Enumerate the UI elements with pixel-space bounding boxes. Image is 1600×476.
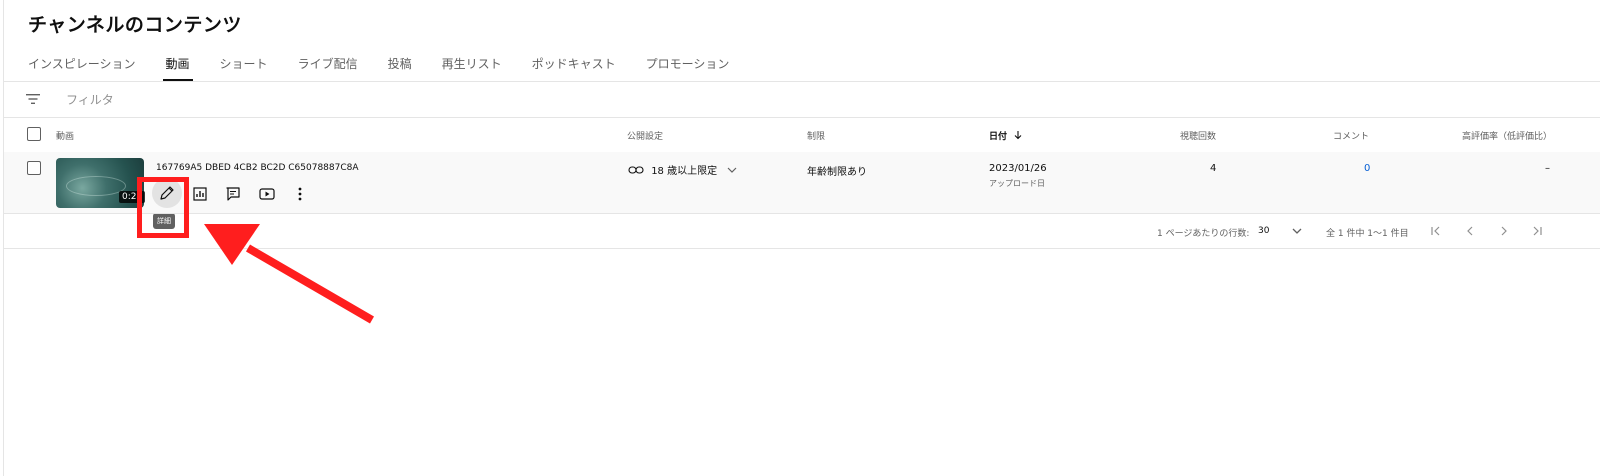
youtube-icon[interactable] — [258, 185, 276, 203]
tab-promotions[interactable]: プロモーション — [646, 50, 730, 81]
row-checkbox[interactable] — [27, 161, 41, 175]
annotation-highlight-box — [137, 177, 189, 238]
divider — [4, 81, 1600, 82]
header-video: 動画 — [56, 132, 75, 142]
header-views[interactable]: 視聴回数 — [1180, 129, 1216, 142]
arrow-down-icon — [1014, 131, 1022, 140]
next-page-icon[interactable] — [1496, 223, 1512, 239]
tab-posts[interactable]: 投稿 — [388, 50, 412, 81]
analytics-icon[interactable] — [191, 185, 209, 203]
last-page-icon[interactable] — [1529, 223, 1545, 239]
tab-shorts[interactable]: ショート — [220, 50, 268, 81]
content-page: チャンネルのコンテンツ インスピレーション 動画 ショート ライブ配信 投稿 再… — [3, 0, 1600, 476]
tab-inspiration[interactable]: インスピレーション — [28, 50, 136, 81]
date-value: 2023/01/26 — [989, 163, 1047, 174]
filter-icon[interactable] — [24, 90, 42, 108]
link-icon — [628, 166, 644, 174]
chevron-down-icon[interactable] — [1289, 223, 1305, 239]
select-all-checkbox[interactable] — [27, 127, 41, 141]
thumbnail-image — [66, 176, 126, 196]
tab-videos[interactable]: 動画 — [162, 50, 193, 81]
page-title: チャンネルのコンテンツ — [28, 14, 242, 36]
filter-input[interactable]: フィルタ — [66, 91, 114, 108]
first-page-icon[interactable] — [1428, 223, 1444, 239]
header-visibility[interactable]: 公開設定 — [627, 129, 663, 142]
views-value: 4 — [1210, 163, 1217, 174]
divider — [4, 248, 1600, 249]
page-range: 全 1 件中 1〜1 件目 — [1326, 229, 1409, 239]
rows-per-page-label: 1 ページあたりの行数: — [1157, 229, 1250, 239]
header-likes[interactable]: 高評価率（低評価比） — [1462, 129, 1552, 142]
table-row[interactable] — [4, 152, 1600, 213]
date-type: アップロード日 — [989, 179, 1045, 188]
tab-bar: インスピレーション 動画 ショート ライブ配信 投稿 再生リスト ポッドキャスト… — [28, 50, 759, 81]
likes-value: – — [1545, 163, 1550, 174]
tab-live[interactable]: ライブ配信 — [298, 50, 358, 81]
divider — [4, 117, 1600, 118]
chevron-down-icon — [727, 167, 737, 173]
divider — [4, 213, 1600, 214]
more-vert-icon[interactable] — [291, 185, 309, 203]
header-date[interactable]: 日付 — [989, 129, 1023, 142]
visibility-value: 18 歳以上限定 — [651, 166, 718, 177]
video-title[interactable]: 167769A5 DBED 4CB2 BC2D C65078887C8A — [156, 163, 359, 173]
restriction-value: 年齢制限あり — [807, 167, 867, 178]
rows-per-page-select[interactable]: 30 — [1258, 226, 1269, 236]
tab-playlists[interactable]: 再生リスト — [442, 50, 502, 81]
visibility-dropdown[interactable]: 18 歳以上限定 — [628, 162, 738, 177]
comments-value[interactable]: 0 — [1364, 163, 1370, 174]
header-date-label: 日付 — [989, 132, 1008, 142]
comments-icon[interactable] — [224, 185, 242, 203]
header-comments[interactable]: コメント — [1333, 129, 1369, 142]
header-restrictions[interactable]: 制限 — [807, 129, 825, 142]
prev-page-icon[interactable] — [1462, 223, 1478, 239]
tab-podcasts[interactable]: ポッドキャスト — [532, 50, 616, 81]
